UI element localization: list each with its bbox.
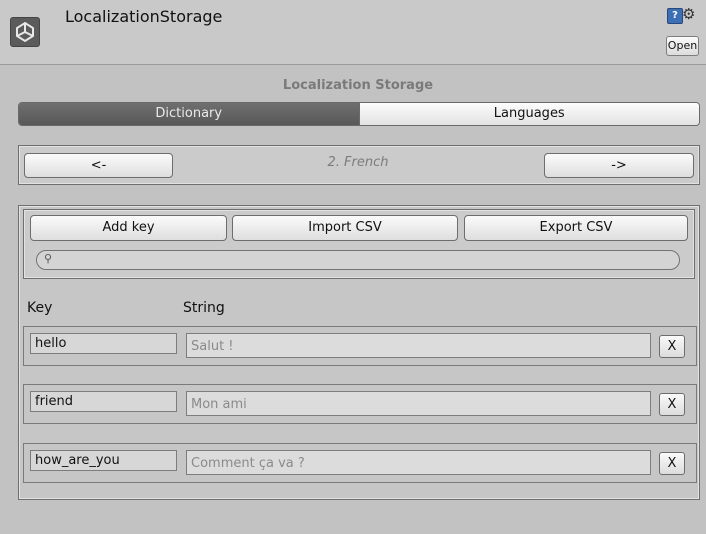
remove-entry-button[interactable]: X — [659, 452, 685, 475]
entry-row: hello Salut ! X — [23, 326, 697, 366]
tab-dictionary[interactable]: Dictionary — [19, 103, 359, 125]
remove-entry-button[interactable]: X — [659, 335, 685, 358]
string-field[interactable]: Mon ami — [186, 391, 651, 416]
key-field[interactable]: friend — [30, 391, 177, 412]
add-key-button[interactable]: Add key — [30, 215, 227, 241]
gear-icon[interactable]: ⚙ — [682, 5, 695, 23]
inspector-header: LocalizationStorage ? ⚙ Open — [0, 0, 706, 65]
unity-logo-icon — [10, 17, 40, 47]
string-column-header: String — [183, 300, 225, 316]
tab-bar: Dictionary Languages — [18, 102, 700, 126]
entry-row: friend Mon ami X — [23, 384, 697, 424]
string-field[interactable]: Comment ça va ? — [186, 450, 651, 475]
next-language-button[interactable]: -> — [544, 153, 694, 178]
key-field[interactable]: how_are_you — [30, 450, 177, 471]
asset-title: LocalizationStorage — [65, 7, 223, 26]
key-field[interactable]: hello — [30, 333, 177, 354]
key-column-header: Key — [27, 300, 53, 316]
search-input[interactable]: ⚲ — [36, 250, 680, 270]
import-csv-button[interactable]: Import CSV — [232, 215, 458, 241]
open-button[interactable]: Open — [666, 36, 699, 56]
search-icon: ⚲ — [44, 252, 53, 265]
export-csv-button[interactable]: Export CSV — [464, 215, 688, 241]
string-field[interactable]: Salut ! — [186, 333, 651, 358]
remove-entry-button[interactable]: X — [659, 393, 685, 416]
tab-languages[interactable]: Languages — [358, 103, 699, 125]
help-book-icon[interactable]: ? — [667, 8, 683, 24]
panel-title: Localization Storage — [282, 78, 434, 93]
entry-row: how_are_you Comment ça va ? X — [23, 443, 697, 483]
